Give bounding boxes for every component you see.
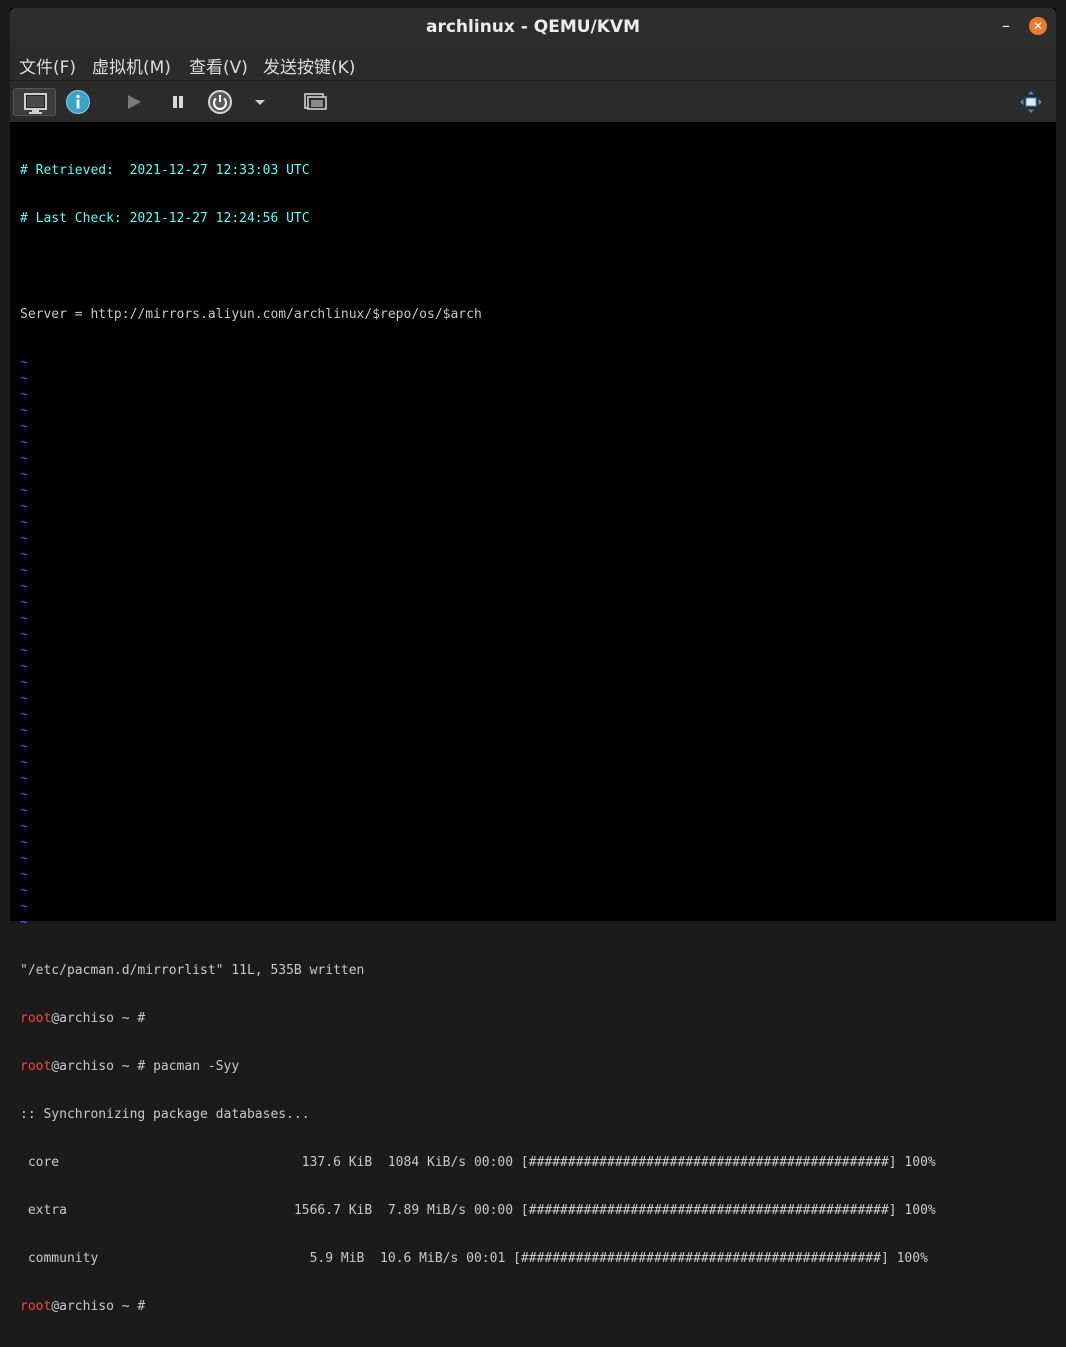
vim-tilde-line: ~: [20, 403, 28, 418]
prompt-user: root: [20, 1059, 52, 1074]
pause-icon: [173, 96, 183, 108]
vim-tilde-line: ~: [20, 515, 28, 530]
prompt-user: root: [20, 1011, 52, 1026]
snapshot-icon: [304, 93, 327, 110]
repo-name: community: [20, 1251, 99, 1266]
menu-send-key[interactable]: 发送按键(K): [263, 53, 355, 78]
vim-tilde-line: ~: [20, 787, 28, 802]
vm-display[interactable]: # Retrieved: 2021-12-27 12:33:03 UTC # L…: [10, 122, 1056, 1314]
title-bar[interactable]: archlinux - QEMU/KVM – ✕: [10, 8, 1056, 44]
vim-empty-lines: ~ ~ ~ ~ ~ ~ ~ ~ ~ ~ ~ ~ ~ ~ ~ ~ ~ ~ ~ ~ ~ ~ ~ ~ ~ ~ ~ ~ ~ ~ ~ ~ ~ ~ ~ ~: [20, 355, 936, 931]
menu-bar: 文件(F) 虚拟机(M) 查看(V) 发送按键(K): [10, 44, 1056, 81]
sync-message: :: Synchronizing package databases...: [20, 1107, 310, 1122]
repo-row: community 5.9 MiB 10.6 MiB/s 00:01 [####…: [20, 1251, 936, 1267]
fullscreen-button[interactable]: [1018, 88, 1044, 116]
menu-file[interactable]: 文件(F): [19, 53, 76, 78]
vim-tilde-line: ~: [20, 483, 28, 498]
write-status: "/etc/pacman.d/mirrorlist" 11L, 535B wri…: [20, 963, 365, 978]
prompt-host: @archiso: [51, 1059, 122, 1074]
monitor-icon: [24, 93, 47, 114]
power-icon: [208, 90, 232, 114]
fullscreen-icon: [1020, 91, 1042, 113]
vim-tilde-line: ~: [20, 659, 28, 674]
repo-progress: 5.9 MiB 10.6 MiB/s 00:01 [##############…: [98, 1251, 928, 1266]
vim-tilde-line: ~: [20, 851, 28, 866]
prompt-tail: ~ #: [121, 1011, 146, 1026]
vim-tilde-line: ~: [20, 867, 28, 882]
retrieved-comment: # Retrieved: 2021-12-27 12:33:03 UTC: [20, 163, 310, 178]
vim-tilde-line: ~: [20, 755, 28, 770]
toolbar: [10, 81, 1056, 122]
vim-tilde-line: ~: [20, 547, 28, 562]
vim-tilde-line: ~: [20, 467, 28, 482]
repo-row: extra 1566.7 KiB 7.89 MiB/s 00:00 [#####…: [20, 1203, 936, 1219]
repo-progress: 137.6 KiB 1084 KiB/s 00:00 [############…: [59, 1155, 936, 1170]
window-title: archlinux - QEMU/KVM: [426, 17, 640, 37]
vim-tilde-line: ~: [20, 915, 28, 930]
vim-tilde-line: ~: [20, 355, 28, 370]
vim-tilde-line: ~: [20, 371, 28, 386]
vim-tilde-line: ~: [20, 675, 28, 690]
server-line: Server = http://mirrors.aliyun.com/archl…: [20, 307, 482, 322]
snapshot-button[interactable]: [302, 88, 328, 116]
shutdown-menu-button[interactable]: [251, 88, 269, 116]
vim-tilde-line: ~: [20, 899, 28, 914]
vim-tilde-line: ~: [20, 451, 28, 466]
qemu-window: archlinux - QEMU/KVM – ✕ 文件(F) 虚拟机(M) 查看…: [10, 8, 1056, 1314]
vim-tilde-line: ~: [20, 739, 28, 754]
console-view-button[interactable]: [13, 88, 56, 116]
pacman-command: ~ # pacman -Syy: [121, 1059, 240, 1074]
repo-progress: 1566.7 KiB 7.89 MiB/s 00:00 [###########…: [66, 1203, 936, 1218]
shell-prompt-line: root@archiso ~ #: [20, 1011, 936, 1027]
command-line: root@archiso ~ # pacman -Syy: [20, 1059, 936, 1075]
minimize-button[interactable]: –: [996, 16, 1016, 36]
info-icon: [66, 90, 90, 114]
repo-name: core: [20, 1155, 60, 1170]
play-icon: [128, 95, 141, 109]
run-button[interactable]: [122, 88, 146, 116]
menu-view[interactable]: 查看(V): [189, 53, 248, 78]
repo-name: extra: [20, 1203, 67, 1218]
details-view-button[interactable]: [65, 88, 91, 116]
vim-tilde-line: ~: [20, 883, 28, 898]
shell-prompt-line: root@archiso ~ #: [20, 1299, 936, 1315]
vim-tilde-line: ~: [20, 819, 28, 834]
vim-tilde-line: ~: [20, 771, 28, 786]
prompt-tail: ~ #: [121, 1299, 146, 1314]
vim-tilde-line: ~: [20, 387, 28, 402]
prompt-host: @archiso: [51, 1011, 122, 1026]
shutdown-button[interactable]: [207, 88, 233, 116]
vim-tilde-line: ~: [20, 611, 28, 626]
vim-tilde-line: ~: [20, 435, 28, 450]
dropdown-arrow-icon: [255, 100, 265, 105]
vim-tilde-line: ~: [20, 803, 28, 818]
vim-tilde-line: ~: [20, 579, 28, 594]
vim-tilde-line: ~: [20, 563, 28, 578]
menu-virtual-machine[interactable]: 虚拟机(M): [92, 53, 171, 78]
vim-tilde-line: ~: [20, 627, 28, 642]
pause-button[interactable]: [166, 88, 190, 116]
repo-row: core 137.6 KiB 1084 KiB/s 00:00 [#######…: [20, 1155, 936, 1171]
terminal-output: # Retrieved: 2021-12-27 12:33:03 UTC # L…: [20, 131, 936, 1347]
vim-tilde-line: ~: [20, 723, 28, 738]
vim-tilde-line: ~: [20, 643, 28, 658]
close-button[interactable]: ✕: [1029, 17, 1047, 35]
vim-tilde-line: ~: [20, 707, 28, 722]
vim-tilde-line: ~: [20, 531, 28, 546]
prompt-host: @archiso: [51, 1299, 122, 1314]
vim-tilde-line: ~: [20, 595, 28, 610]
prompt-user: root: [20, 1299, 52, 1314]
vim-tilde-line: ~: [20, 691, 28, 706]
vim-tilde-line: ~: [20, 499, 28, 514]
vim-tilde-line: ~: [20, 419, 28, 434]
vim-tilde-line: ~: [20, 835, 28, 850]
last-check-comment: # Last Check: 2021-12-27 12:24:56 UTC: [20, 211, 310, 226]
